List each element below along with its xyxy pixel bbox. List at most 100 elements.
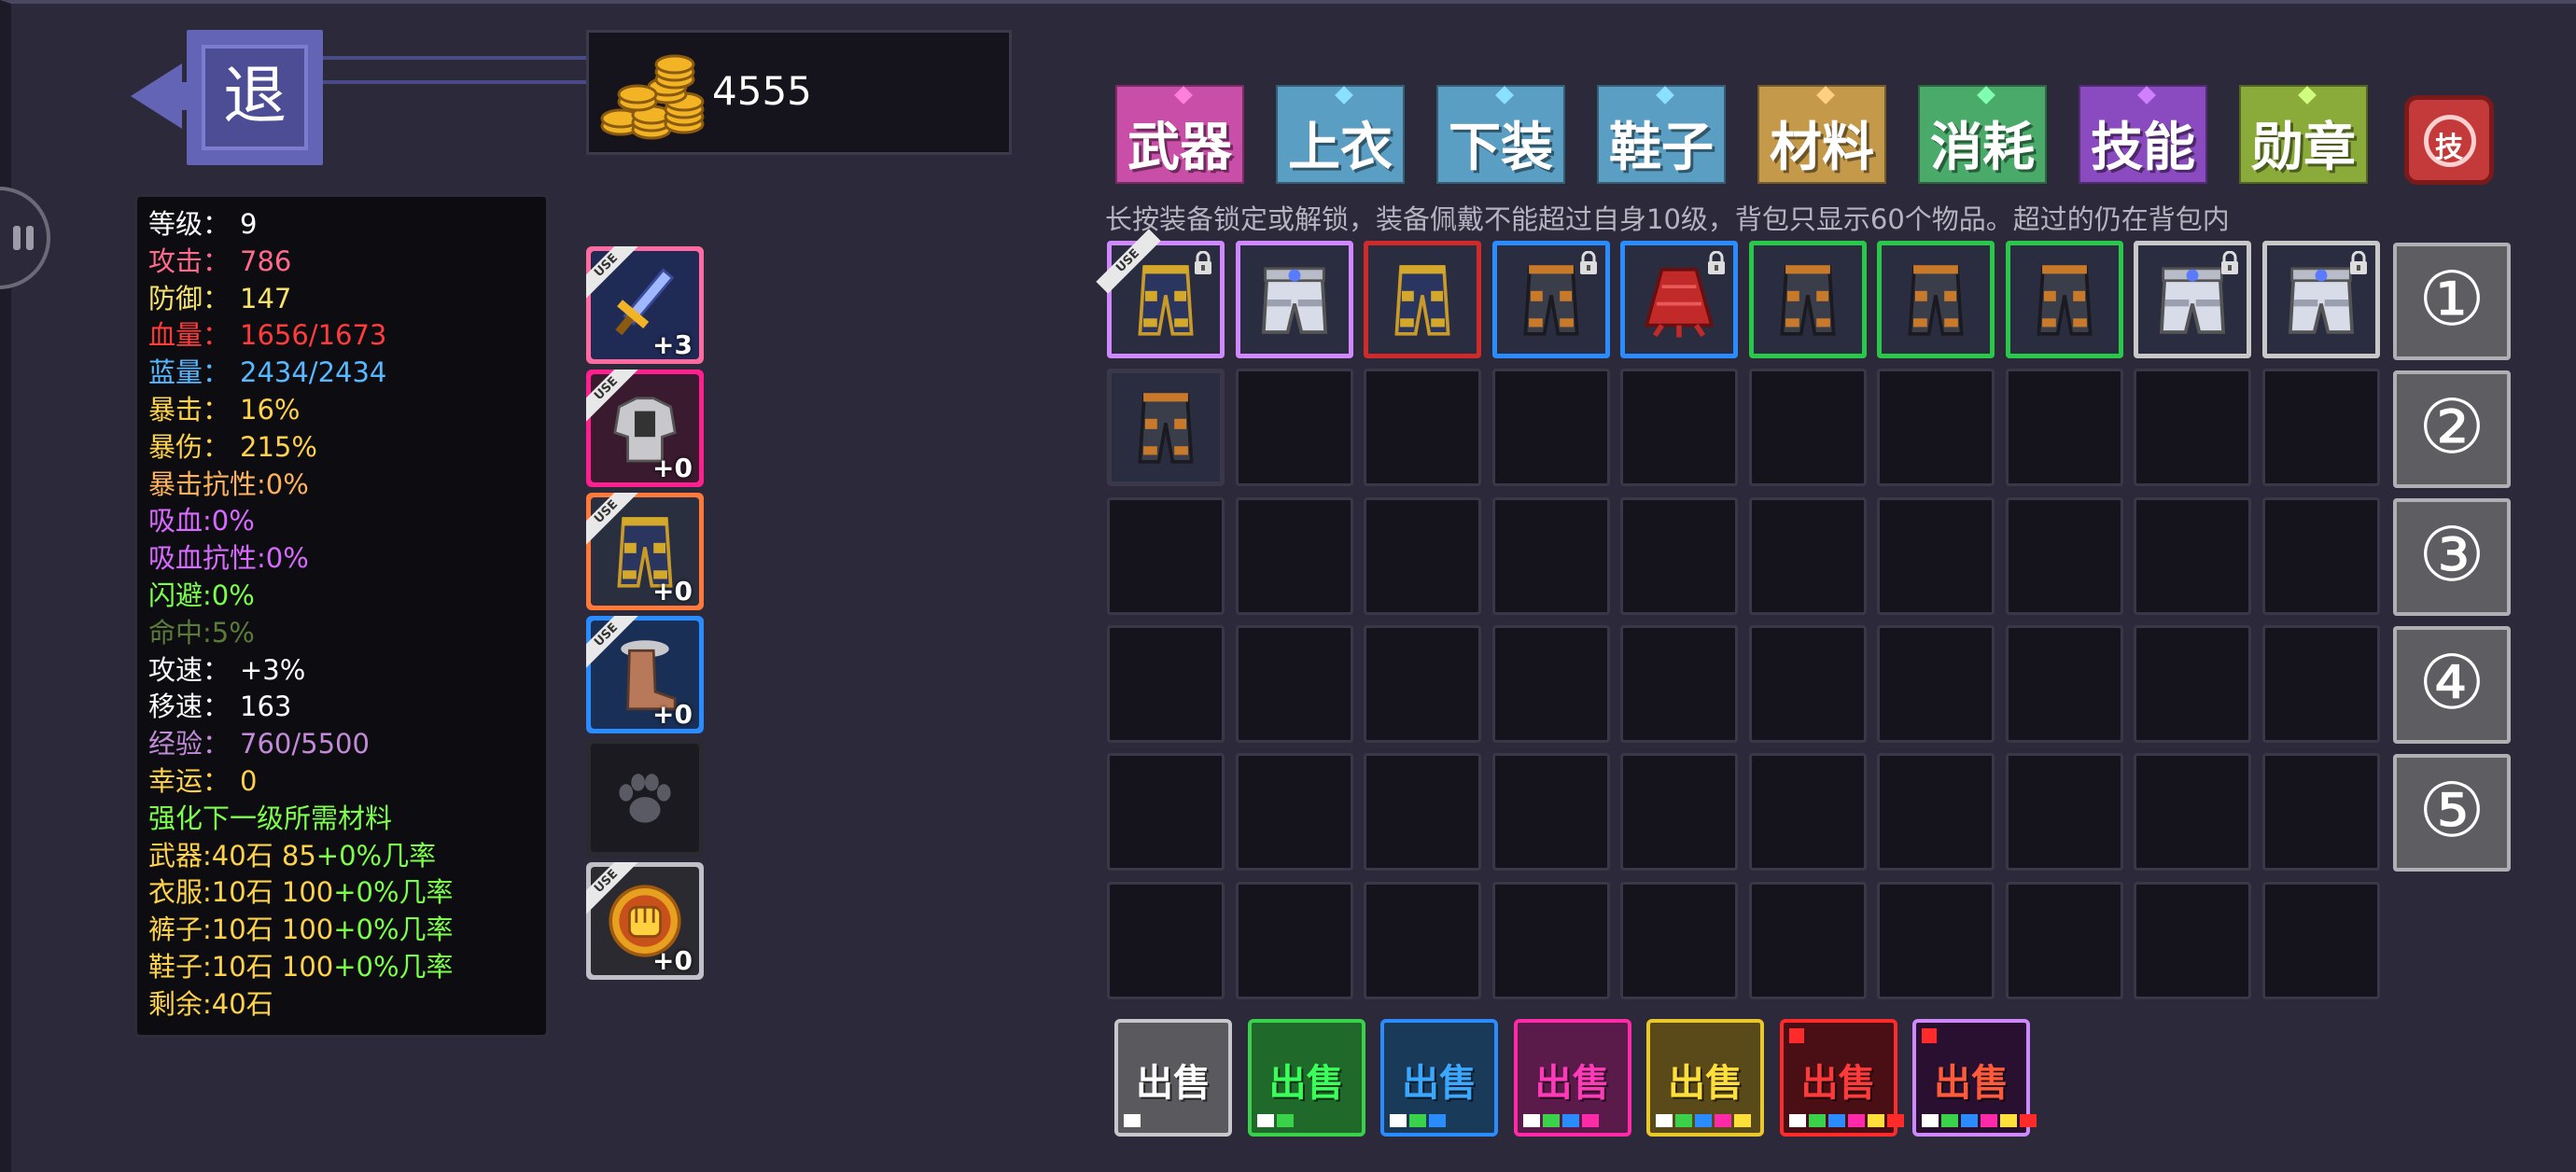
inventory-slot[interactable] <box>1748 624 1867 743</box>
inventory-slot[interactable] <box>1491 496 1610 615</box>
inventory-slot[interactable] <box>1877 496 1995 615</box>
inventory-slot[interactable] <box>1235 624 1353 743</box>
inventory-slot[interactable] <box>1748 369 1867 487</box>
inventory-slot[interactable] <box>2261 496 2380 615</box>
inventory-slot[interactable] <box>1491 624 1610 743</box>
inventory-slot[interactable] <box>1235 881 1353 999</box>
equip-slot-skill[interactable]: USE +0 <box>586 862 704 980</box>
page-button-3[interactable]: ③ <box>2393 498 2511 616</box>
inventory-slot[interactable] <box>1107 624 1225 743</box>
inventory-item[interactable] <box>1107 369 1225 487</box>
page-button-4[interactable]: ④ <box>2393 626 2511 744</box>
inventory-item[interactable] <box>2134 241 2251 358</box>
page-button-5[interactable]: ⑤ <box>2393 754 2511 872</box>
inventory-slot[interactable] <box>1107 496 1225 615</box>
tab-5[interactable]: 消耗 <box>1913 80 2051 188</box>
inventory-slot[interactable] <box>1235 753 1353 872</box>
inventory-slot[interactable] <box>1620 753 1738 872</box>
rarity-dot <box>1542 1114 1560 1127</box>
inventory-item[interactable] <box>2261 241 2380 358</box>
inventory-slot[interactable] <box>1364 624 1481 743</box>
tab-1[interactable]: 上衣 <box>1271 80 1409 188</box>
inventory-slot[interactable] <box>1491 753 1610 872</box>
sell-button-3[interactable]: 出售 <box>1513 1019 1631 1137</box>
inventory-slot[interactable] <box>1748 496 1867 615</box>
inventory-slot[interactable] <box>2261 624 2380 743</box>
tab-3[interactable]: 鞋子 <box>1592 80 1730 188</box>
sell-button-5[interactable]: 出售 <box>1779 1019 1904 1137</box>
inventory-item[interactable] <box>1748 241 1867 358</box>
inventory-slot[interactable] <box>2134 496 2251 615</box>
inventory-item[interactable] <box>1491 241 1610 358</box>
page-button-2[interactable]: ② <box>2393 370 2511 488</box>
sell-button-2[interactable]: 出售 <box>1380 1019 1498 1137</box>
inventory-slot[interactable] <box>1107 881 1225 999</box>
inventory-slot[interactable] <box>2005 881 2123 999</box>
inventory-slot[interactable] <box>1748 881 1867 999</box>
inventory-slot[interactable] <box>1364 369 1481 487</box>
inventory-slot[interactable] <box>1364 753 1481 872</box>
stat-value: +0%几率 <box>315 839 437 872</box>
tab-7[interactable]: 勋章 <box>2234 80 2373 188</box>
inventory-slot[interactable] <box>1491 369 1610 487</box>
rarity-dot <box>1886 1114 1904 1127</box>
inventory-slot[interactable] <box>2134 624 2251 743</box>
tab-4[interactable]: 材料 <box>1753 80 1891 188</box>
rarity-dot <box>2000 1114 2017 1127</box>
inventory-item[interactable] <box>2005 241 2123 358</box>
inventory-slot[interactable] <box>1877 881 1995 999</box>
inventory-slot[interactable] <box>1620 369 1738 487</box>
inventory-slot[interactable] <box>2005 496 2123 615</box>
sell-button-1[interactable]: 出售 <box>1247 1019 1365 1137</box>
equip-slot-weapon[interactable]: USE +3 <box>586 246 704 364</box>
inventory-slot[interactable] <box>1107 753 1225 872</box>
tab-2[interactable]: 下装 <box>1432 80 1570 188</box>
equip-slot-boots[interactable]: USE +0 <box>586 616 704 733</box>
back-button[interactable]: 退 <box>131 30 327 165</box>
tab-6[interactable]: 技能 <box>2074 80 2212 188</box>
equip-slot-pet[interactable] <box>586 739 704 857</box>
tab-label: 勋章 <box>2251 118 2356 178</box>
stat-row: 经验： 760/5500 <box>148 726 546 763</box>
inventory-slot[interactable] <box>1748 753 1867 872</box>
inventory-slot[interactable] <box>1620 881 1738 999</box>
gem-icon <box>1495 86 1514 105</box>
stat-row: 等级： 9 <box>148 206 546 244</box>
inventory-slot[interactable] <box>1491 881 1610 999</box>
stat-label: 剩余:40石 <box>148 987 273 1020</box>
inventory-slot[interactable] <box>1877 753 1995 872</box>
sell-button-6[interactable]: 出售 <box>1912 1019 2037 1137</box>
inventory-slot[interactable] <box>2005 624 2123 743</box>
inventory-slot[interactable] <box>2134 369 2251 487</box>
inventory-slot[interactable] <box>2005 369 2123 487</box>
inventory-slot[interactable] <box>2261 881 2380 999</box>
tab-0[interactable]: 武器 <box>1111 80 1249 188</box>
inventory-slot[interactable] <box>1620 624 1738 743</box>
sell-button-0[interactable]: 出售 <box>1114 1019 1232 1137</box>
inventory-slot[interactable] <box>2134 753 2251 872</box>
lock-icon <box>2347 250 2370 275</box>
inventory-slot[interactable] <box>1877 369 1995 487</box>
page-button-1[interactable]: ① <box>2393 243 2511 360</box>
inventory-slot[interactable] <box>1364 496 1481 615</box>
equip-slot-pants[interactable]: USE +0 <box>586 493 704 610</box>
inventory-slot[interactable] <box>1235 369 1353 487</box>
inventory-slot[interactable] <box>2005 753 2123 872</box>
inventory-slot[interactable] <box>1364 881 1481 999</box>
inventory-slot[interactable] <box>2261 753 2380 872</box>
inventory-item[interactable] <box>1877 241 1995 358</box>
equip-slot-armor[interactable]: USE +0 <box>586 370 704 487</box>
inventory-slot[interactable] <box>1877 624 1995 743</box>
gem-icon <box>1816 86 1835 105</box>
sell-button-4[interactable]: 出售 <box>1646 1019 1764 1137</box>
inventory-item[interactable]: USE <box>1096 229 1225 358</box>
rarity-dot <box>1808 1114 1826 1127</box>
inventory-item[interactable] <box>1364 241 1481 358</box>
inventory-slot[interactable] <box>1620 496 1738 615</box>
inventory-slot[interactable] <box>2134 881 2251 999</box>
inventory-item[interactable] <box>1620 241 1738 358</box>
inventory-slot[interactable] <box>2261 369 2380 487</box>
inventory-item[interactable] <box>1235 241 1353 358</box>
inventory-slot[interactable] <box>1235 496 1353 615</box>
skill-reset-button[interactable]: 技 <box>2404 95 2494 185</box>
